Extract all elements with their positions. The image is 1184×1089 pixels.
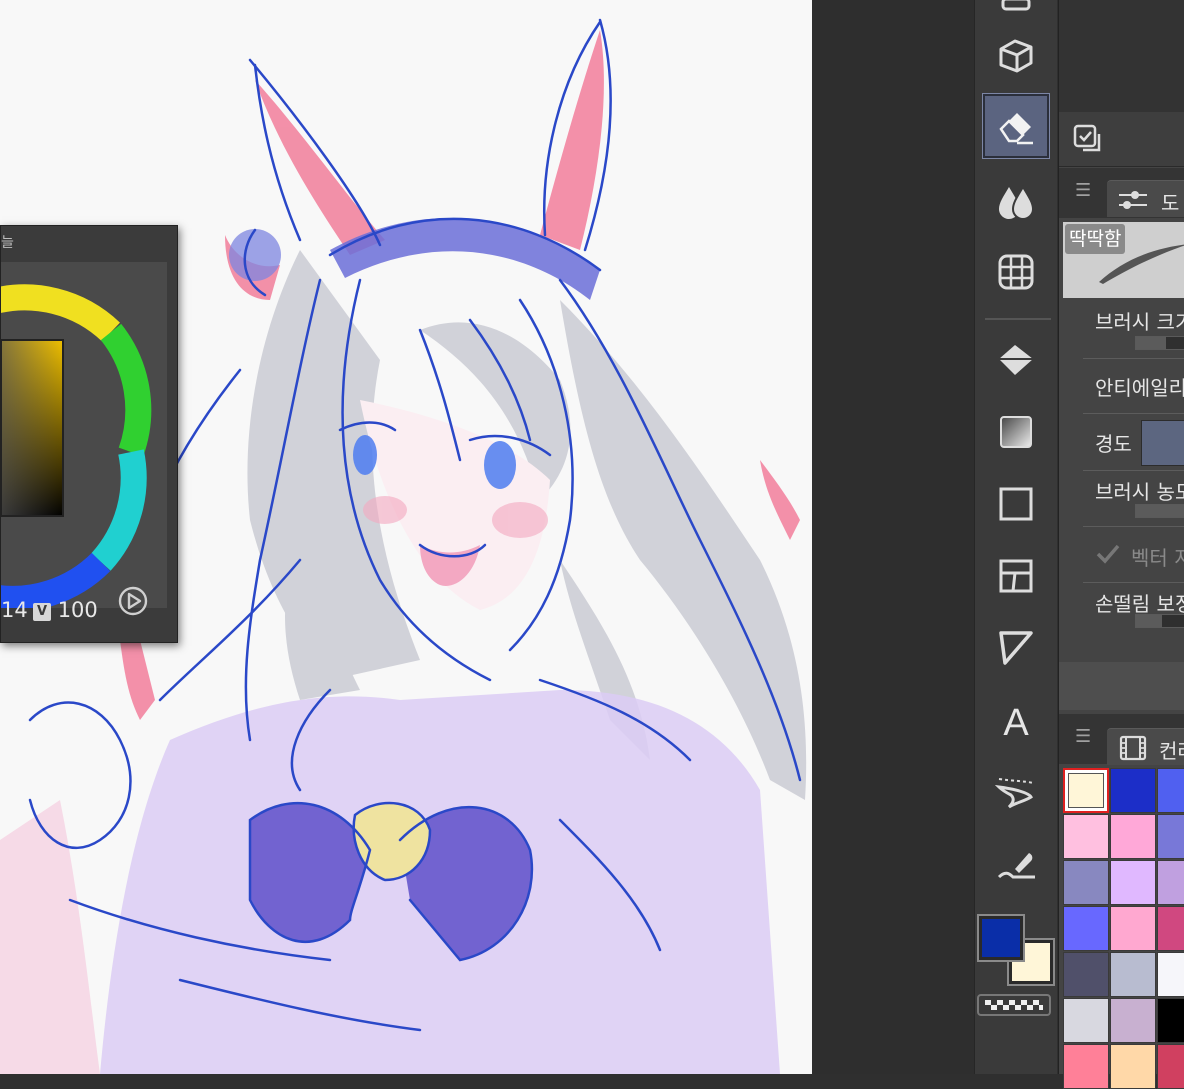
brush-preview[interactable]: 딱딱함 [1063,222,1184,298]
text-icon[interactable]: A [983,688,1049,752]
brush-density-slider[interactable] [1135,504,1184,518]
eraser-icon[interactable] [982,93,1050,159]
blend-drops-icon[interactable] [983,168,1049,232]
stabilization-label: 손떨림 보정 [1095,592,1184,616]
color-set-header: ☰ 컨러 [1059,714,1184,765]
color-swatch[interactable] [1110,1044,1156,1089]
antialias-label: 안티에일리 [1095,376,1184,400]
color-swatch[interactable] [1157,860,1184,905]
panel-menu-icon[interactable]: ☰ [1075,180,1091,201]
color-swatch[interactable] [1063,860,1109,905]
ruler-icon[interactable] [983,616,1049,680]
brush-size-slider[interactable] [1135,336,1184,350]
transparent-color-swatch[interactable] [977,994,1051,1016]
color-swatch[interactable] [1110,814,1156,859]
color-wheel-area[interactable] [0,262,167,612]
main-color-swatch[interactable] [979,916,1023,960]
color-swatch[interactable] [1063,906,1109,951]
saturation-readout: 14 [1,598,28,622]
fill-bucket-icon[interactable] [983,328,1049,392]
color-swatch[interactable] [1157,814,1184,859]
color-swatch[interactable] [1110,906,1156,951]
play-circle-icon[interactable] [117,585,149,617]
color-swatch[interactable] [1157,952,1184,997]
color-swatch[interactable] [1157,906,1184,951]
vector-label: 벡터 지 [1131,546,1184,570]
sub-tool-area [1059,0,1184,112]
workspace-background [812,0,974,1074]
tool-property-footer [1059,662,1184,710]
tool-palette: A [974,0,1057,1074]
color-wheel-window[interactable]: 늘 14 V 100 [0,225,178,643]
sub-tool-footer [1059,112,1184,167]
stabilization-slider[interactable] [1135,614,1184,628]
tab-color-set[interactable]: 컨러 [1107,728,1184,765]
tab-color-set-label: 컨러 [1159,739,1184,763]
color-swatch[interactable] [1110,998,1156,1043]
color-swatch[interactable] [1110,860,1156,905]
correct-line-icon[interactable] [983,832,1049,896]
color-swatch[interactable] [1110,952,1156,997]
tool-property-header: ☰ 도 [1059,168,1184,218]
brush-density-label: 브러시 농도 [1095,480,1184,504]
property-divider [1083,470,1184,471]
svg-text:A: A [1003,702,1029,741]
top-partial-icon[interactable] [983,0,1049,24]
color-swatch[interactable] [1157,998,1184,1043]
property-divider [1083,358,1184,359]
eraser-block-icon[interactable] [983,24,1049,88]
color-swatch[interactable] [1063,768,1109,813]
color-window-title: 늘 [1,235,14,251]
property-divider [1083,413,1184,414]
color-swatch[interactable] [1157,1044,1184,1089]
toolbar-divider [985,318,1051,320]
vector-checkbox-icon[interactable] [1095,542,1121,566]
v-value: 100 [57,598,98,622]
hardness-label: 경도 [1095,432,1132,456]
property-divider [1083,582,1184,583]
color-swatch[interactable] [1063,998,1109,1043]
color-swatch[interactable] [1063,814,1109,859]
film-icon [1119,735,1147,761]
color-swatch[interactable] [1063,1044,1109,1089]
color-wheel[interactable] [0,262,167,612]
figure-ruler-icon[interactable] [983,240,1049,304]
brush-stroke-preview [1099,244,1184,284]
tab-tool-property-label: 도 [1161,191,1180,215]
sliders-icon [1119,191,1147,209]
v-label: V [33,603,51,621]
frame-border-icon[interactable] [983,544,1049,608]
right-panel: ☰ 도 딱딱함 브러시 크기 안티에일리 경도 브러시 농도 벡터 지 손떨림 … [1058,0,1184,1089]
value-readout: V 100 [33,598,98,622]
color-swatch[interactable] [1063,952,1109,997]
color-swatch[interactable] [1110,768,1156,813]
hardness-selector[interactable] [1141,420,1184,466]
brush-size-label: 브러시 크기 [1095,310,1184,334]
property-divider [1083,526,1184,527]
checkbox-layer-icon[interactable] [1073,124,1103,154]
color-swatch[interactable] [1157,768,1184,813]
tab-tool-property[interactable]: 도 [1107,180,1184,217]
panel-menu-icon[interactable]: ☰ [1075,726,1091,747]
gradient-icon[interactable] [983,400,1049,464]
balloon-icon[interactable] [983,760,1049,824]
rectangle-icon[interactable] [983,472,1049,536]
